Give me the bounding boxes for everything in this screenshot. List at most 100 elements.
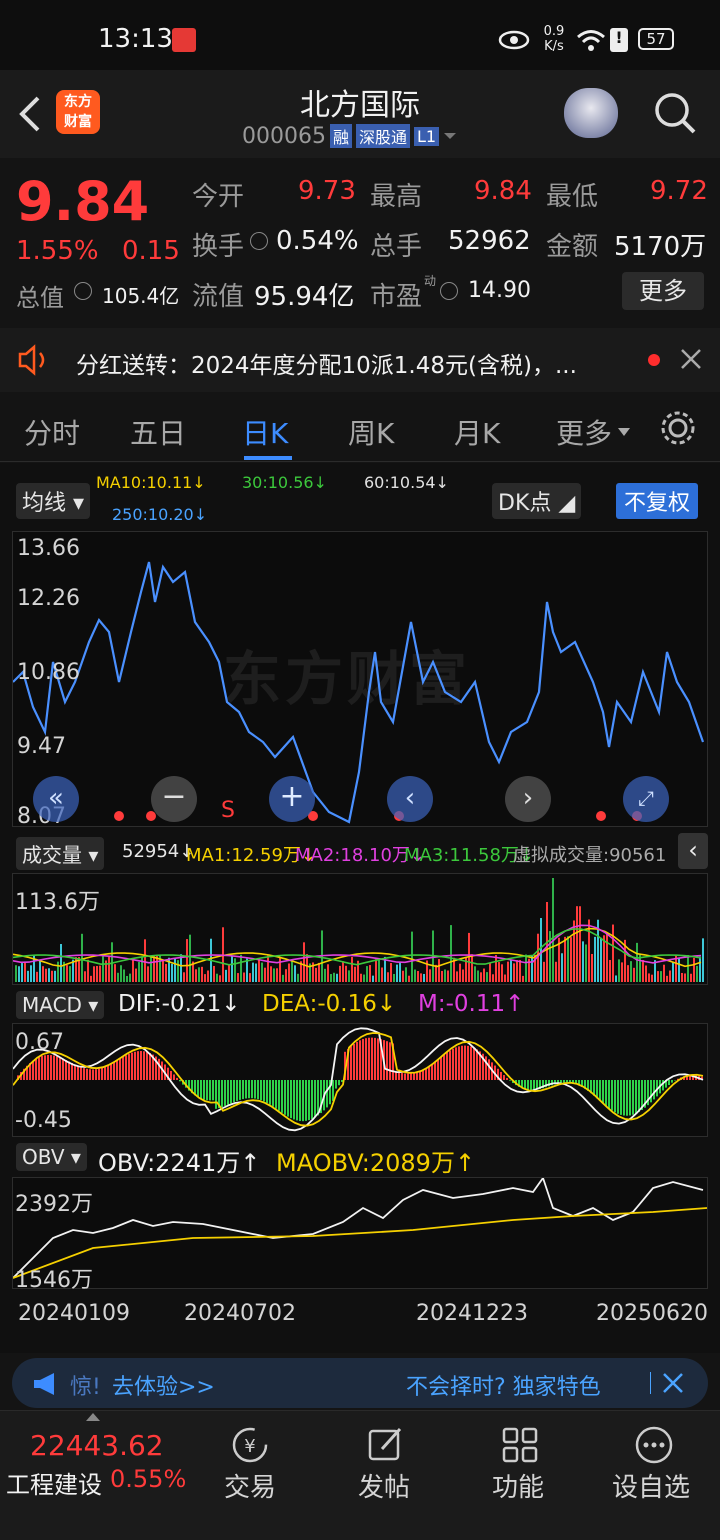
step-forward-button[interactable]: ›	[505, 776, 551, 822]
adjust-button[interactable]: 不复权	[616, 483, 699, 519]
tab-daily-k[interactable]: 日K	[242, 412, 288, 452]
zoom-in-button[interactable]: +	[269, 776, 315, 822]
macd-histogram-bar	[179, 1080, 181, 1082]
volume-bar	[435, 964, 437, 982]
macd-histogram-bar	[269, 1080, 271, 1105]
tab-five-day[interactable]: 五日	[130, 412, 186, 452]
ma-dropdown[interactable]: 均线 ▾	[16, 483, 91, 519]
promo-banner[interactable]: 惊! 去体验>> 不会择时? 独家特色	[12, 1358, 708, 1408]
macd-histogram-bar	[485, 1056, 487, 1080]
obv-dropdown[interactable]: OBV ▾	[16, 1143, 87, 1171]
volume-bar	[189, 934, 191, 982]
info-icon[interactable]	[440, 282, 458, 300]
info-icon[interactable]	[74, 282, 92, 300]
app-header: 东方 财富 北方国际 000065 融 深股通 L1	[0, 70, 720, 158]
collapse-panel-button[interactable]: ‹	[678, 833, 708, 869]
period-tabs: 分时 五日 日K 周K 月K 更多	[0, 400, 720, 462]
step-back-button[interactable]: ‹	[387, 776, 433, 822]
index-name[interactable]: 工程建设	[6, 1465, 102, 1500]
volume-bar	[603, 935, 605, 982]
date-label-1: 20240109	[18, 1301, 130, 1326]
macd-histogram-bar	[359, 1040, 361, 1080]
ma60-value: 60:10.54↓	[364, 473, 449, 492]
volume-bar	[636, 942, 638, 982]
volume-bar	[648, 973, 650, 982]
macd-dropdown[interactable]: MACD ▾	[16, 991, 105, 1019]
volume-bar	[690, 973, 692, 982]
tab-monthly-k[interactable]: 月K	[454, 412, 500, 452]
notice-bar[interactable]: 分红送转：2024年度分配10派1.48元(含税)，...	[0, 328, 720, 392]
volume-bar	[489, 963, 491, 982]
macd-histogram-bar	[245, 1080, 247, 1099]
macd-histogram-bar	[608, 1080, 610, 1109]
volume-bar	[552, 878, 554, 982]
tab-intraday[interactable]: 分时	[24, 412, 80, 452]
robot-assistant-icon[interactable]	[564, 88, 618, 138]
volume-bar	[417, 971, 419, 982]
turnover-label: 换手	[192, 232, 245, 262]
macd-histogram-bar	[203, 1080, 205, 1100]
macd-histogram-bar	[107, 1065, 109, 1080]
macd-histogram-bar	[617, 1080, 619, 1114]
macd-histogram-bar	[239, 1080, 241, 1100]
volume-bar	[360, 973, 362, 982]
nav-trade-label[interactable]: 交易	[224, 1467, 276, 1504]
dk-point-button[interactable]: DK点 ◢	[492, 483, 582, 519]
zoom-out-button[interactable]: −	[151, 776, 197, 822]
macd-histogram-bar	[275, 1080, 277, 1109]
macd-histogram-bar	[470, 1046, 472, 1080]
volume-pane[interactable]: 113.6万	[12, 873, 708, 985]
volume-bar	[282, 974, 284, 982]
macd-histogram-bar	[653, 1080, 655, 1100]
macd-histogram-bar	[266, 1080, 268, 1103]
volume-bar	[303, 942, 305, 982]
volume-bar	[273, 968, 275, 982]
nav-watchlist-label[interactable]: 设自选	[612, 1467, 690, 1504]
volume-bar	[480, 972, 482, 982]
volume-bar	[294, 965, 296, 982]
fast-back-button[interactable]: «	[33, 776, 79, 822]
volume-bar	[213, 965, 215, 982]
volume-bar	[393, 973, 395, 982]
volume-bar	[39, 961, 41, 982]
nav-functions-label[interactable]: 功能	[492, 1467, 544, 1504]
volume-bar	[387, 972, 389, 982]
more-button[interactable]: 更多	[622, 272, 704, 310]
index-value[interactable]: 22443.62	[30, 1429, 164, 1462]
volume-bar	[348, 970, 350, 982]
obv-pane[interactable]: 2392万 1546万	[12, 1177, 708, 1293]
macd-histogram-bar	[251, 1080, 253, 1099]
macd-histogram-bar	[368, 1037, 370, 1080]
volume-bar	[237, 973, 239, 982]
banner-try-link[interactable]: 去体验>>	[112, 1369, 215, 1401]
chevron-down-icon[interactable]	[443, 131, 457, 141]
volume-bar	[36, 971, 38, 982]
volume-bar	[153, 956, 155, 982]
macd-histogram-bar	[416, 1072, 418, 1080]
tab-weekly-k[interactable]: 周K	[348, 412, 394, 452]
fullscreen-button[interactable]: ⤢	[623, 776, 669, 822]
volume-bar	[333, 972, 335, 982]
nav-post-label[interactable]: 发帖	[358, 1467, 410, 1504]
settings-gear-icon[interactable]	[660, 410, 696, 446]
kline-pane[interactable]: 东方财富 13.66 12.26 10.86 9.47 8.07 S « − +…	[12, 531, 708, 829]
volume-bar	[234, 958, 236, 982]
functions-grid-icon[interactable]	[498, 1423, 542, 1467]
volume-dropdown[interactable]: 成交量 ▾	[16, 837, 105, 870]
more-dots-icon[interactable]	[632, 1423, 676, 1467]
volume-bar	[381, 967, 383, 982]
volume-bar	[195, 969, 197, 982]
info-icon[interactable]	[250, 232, 268, 250]
active-tab-indicator	[244, 456, 292, 460]
volume-bar	[126, 975, 128, 982]
trade-icon[interactable]: ¥	[228, 1423, 272, 1467]
close-icon[interactable]	[680, 348, 702, 370]
volume-bar	[519, 960, 521, 982]
macd-pane[interactable]: 0.67 -0.45	[12, 1023, 708, 1137]
volume-bar	[219, 975, 221, 982]
search-icon[interactable]	[652, 90, 698, 136]
speaker-icon	[18, 344, 45, 376]
tab-more[interactable]: 更多	[556, 412, 612, 452]
close-icon[interactable]	[662, 1372, 684, 1394]
post-icon[interactable]	[364, 1423, 408, 1467]
